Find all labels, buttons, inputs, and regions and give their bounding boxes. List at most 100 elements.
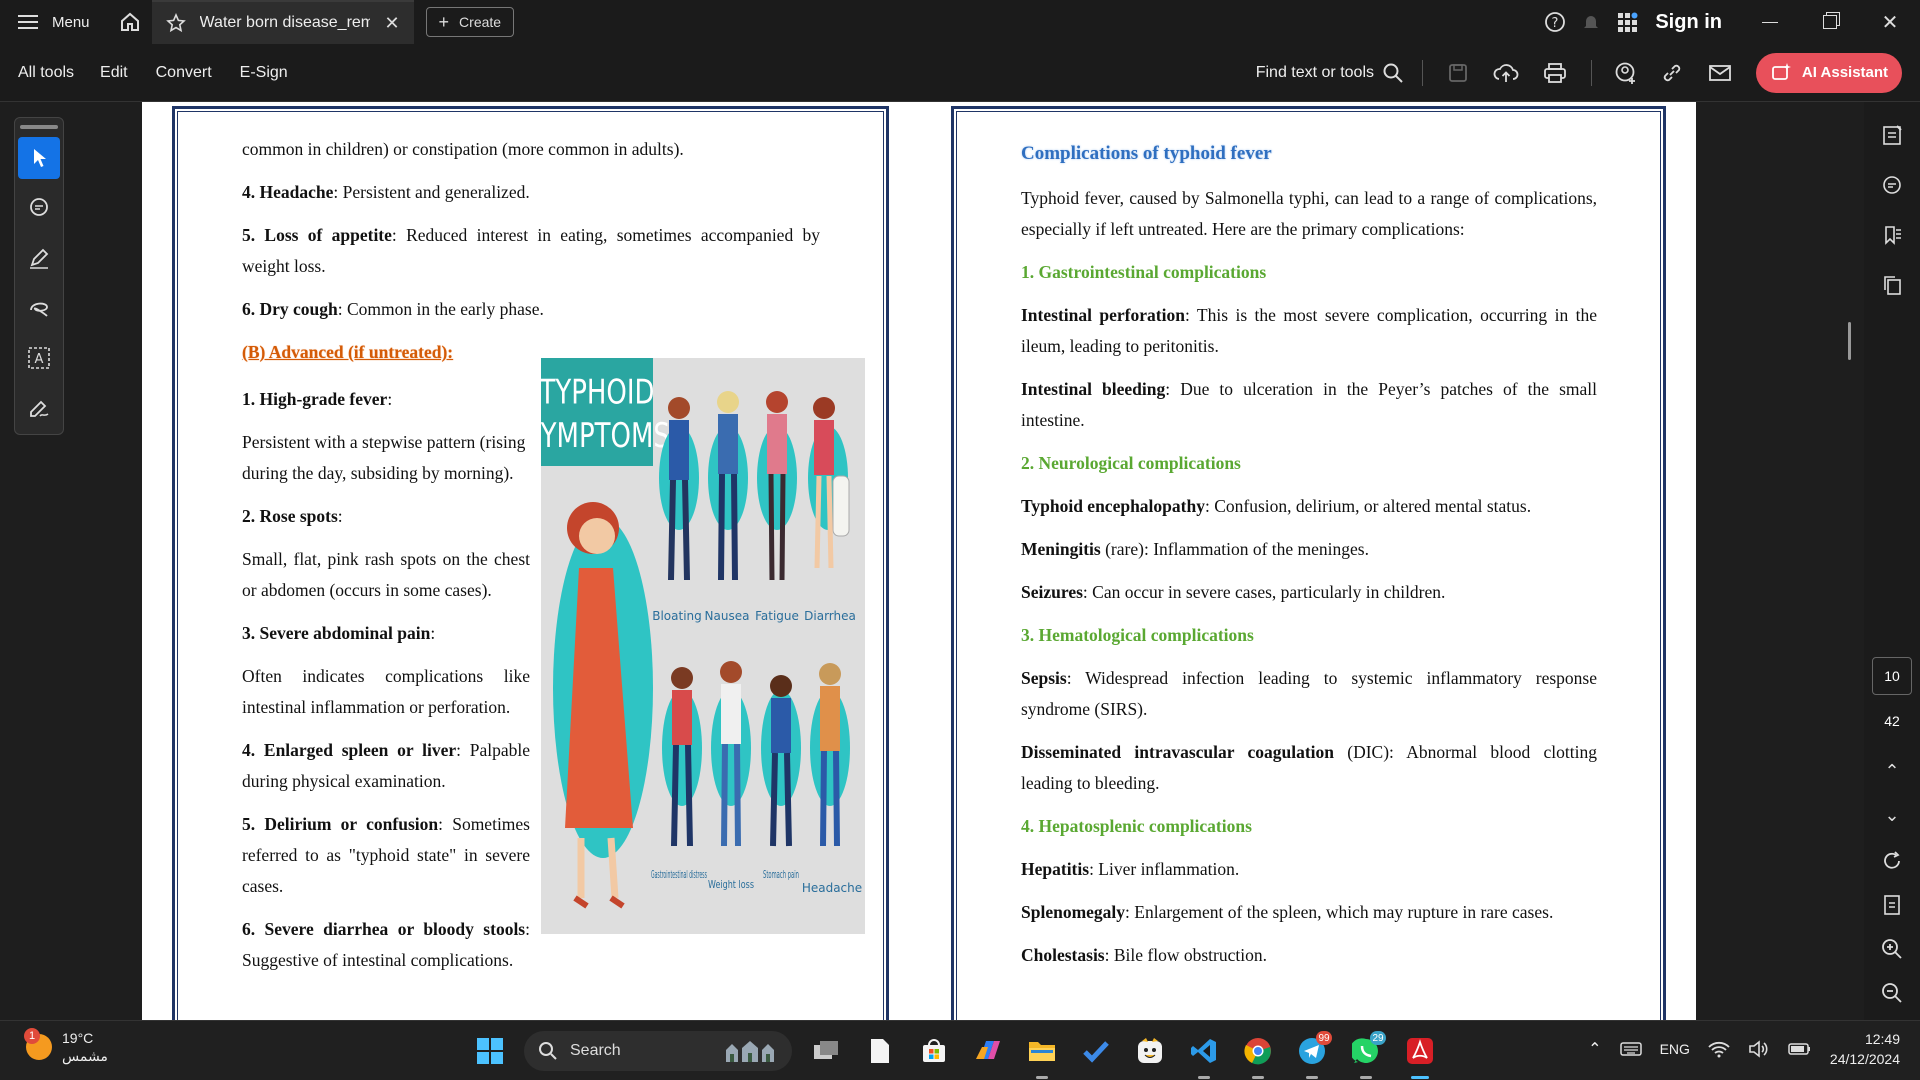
volume-icon[interactable] <box>1748 1040 1770 1058</box>
rotate-button[interactable] <box>1864 836 1920 886</box>
quick-tools-panel: A <box>14 117 64 435</box>
telegram-app[interactable]: 99 <box>1292 1031 1332 1079</box>
share-user-icon[interactable] <box>1614 61 1638 85</box>
menu-button[interactable]: Menu <box>0 0 108 44</box>
weather-widget[interactable]: 1 19°C مشمس <box>24 1028 108 1065</box>
weather-description: مشمس <box>62 1048 108 1064</box>
wifi-icon[interactable] <box>1708 1040 1730 1058</box>
edit-menu[interactable]: Edit <box>100 64 128 82</box>
text-box-tool[interactable]: A <box>18 337 60 379</box>
find-text-button[interactable]: Find text or tools <box>1256 64 1374 82</box>
current-page-input[interactable]: 10 <box>1872 657 1912 695</box>
windows-logo-icon <box>477 1038 503 1064</box>
zoom-in-icon <box>1882 939 1902 959</box>
convert-menu[interactable]: Convert <box>156 64 212 82</box>
ai-assistant-button[interactable]: AI Assistant <box>1756 52 1902 93</box>
comments-panel-button[interactable] <box>1864 160 1920 210</box>
previous-page-button[interactable]: ⌃ <box>1864 746 1920 796</box>
battery-icon[interactable] <box>1788 1041 1812 1057</box>
draw-tool[interactable] <box>18 287 60 329</box>
sign-in-button[interactable]: Sign in <box>1645 11 1740 34</box>
vertical-scrollbar-thumb[interactable] <box>1848 322 1851 360</box>
mail-icon[interactable] <box>1708 63 1732 83</box>
select-tool[interactable] <box>18 137 60 179</box>
chevron-up-icon[interactable]: ⌃ <box>1588 1039 1601 1059</box>
fit-page-button[interactable] <box>1864 880 1920 930</box>
next-page-button[interactable]: ⌄ <box>1864 790 1920 840</box>
symptom-label: Gastrointestinal distress <box>651 868 707 881</box>
help-button[interactable]: ? <box>1537 0 1573 44</box>
document-workspace[interactable]: A common in children) or constipation (m… <box>0 102 1920 1020</box>
document-tab[interactable]: Water born disease_rem... ✕ <box>151 0 414 44</box>
restore-button[interactable] <box>1800 0 1860 44</box>
close-window-button[interactable]: ✕ <box>1860 0 1920 44</box>
comment-icon <box>30 198 48 216</box>
whatsapp-app[interactable]: 29 <box>1346 1031 1386 1079</box>
emoji-app-icon <box>1138 1038 1162 1063</box>
chevron-up-icon: ⌃ <box>1884 760 1900 781</box>
edit-pdf-panel-button[interactable] <box>1864 110 1920 160</box>
bookmarks-panel-button[interactable] <box>1864 210 1920 260</box>
language-indicator[interactable]: ENG <box>1660 1041 1690 1057</box>
all-tools-menu[interactable]: All tools <box>18 64 74 82</box>
text: : Enlargement of the spleen, which may r… <box>1125 902 1554 922</box>
vscode-icon <box>1191 1039 1216 1063</box>
active-indicator <box>1411 1076 1429 1079</box>
right-rail: 10 42 ⌃ ⌄ <box>1864 102 1920 1020</box>
paragraph: Cholestasis: Bile flow obstruction. <box>1021 940 1597 971</box>
paragraph: Meningitis (rare): Inflammation of the m… <box>1021 534 1597 565</box>
search-icon[interactable] <box>1382 62 1404 84</box>
minimize-button[interactable] <box>1740 0 1800 44</box>
todo-app[interactable] <box>1076 1031 1116 1071</box>
clock[interactable]: 12:49 24/12/2024 <box>1830 1029 1900 1069</box>
task-view-button[interactable] <box>806 1031 846 1071</box>
home-button[interactable] <box>108 0 152 44</box>
acrobat-app[interactable] <box>1400 1031 1440 1079</box>
symptom-label: Diarrhea <box>804 609 856 623</box>
close-tab-icon[interactable]: ✕ <box>384 13 399 34</box>
comment-tool[interactable] <box>18 187 60 229</box>
checkmark-icon <box>1083 1041 1109 1063</box>
copilot-app[interactable] <box>968 1031 1008 1071</box>
right-page-text: Complications of typhoid fever Typhoid f… <box>1021 138 1597 983</box>
save-icon[interactable] <box>1447 62 1469 84</box>
zoom-out-button[interactable] <box>1864 968 1920 1018</box>
task-view-icon <box>814 1041 838 1059</box>
sign-tool[interactable] <box>18 387 60 429</box>
chevron-down-icon: ⌄ <box>1884 804 1900 825</box>
highlight-tool[interactable] <box>18 237 60 279</box>
link-icon[interactable] <box>1660 61 1684 85</box>
paragraph: 1. High-grade fever: <box>242 384 530 415</box>
section-heading: 1. Gastrointestinal complications <box>1021 257 1597 288</box>
date: 24/12/2024 <box>1829 1051 1900 1067</box>
typhoid-symptoms-illustration: TYPHOID SYMPTOMS <box>524 358 865 934</box>
taskbar-search[interactable]: Search <box>524 1031 792 1071</box>
upload-cloud-icon[interactable] <box>1493 62 1519 84</box>
apps-button[interactable] <box>1609 0 1645 44</box>
star-icon[interactable] <box>165 13 186 33</box>
notepad-app[interactable] <box>860 1031 900 1071</box>
paragraph: Splenomegaly: Enlargement of the spleen,… <box>1021 897 1597 928</box>
esign-menu[interactable]: E-Sign <box>240 64 288 82</box>
file-explorer-app[interactable] <box>1022 1031 1062 1079</box>
bold-term: Typhoid encephalopathy <box>1021 496 1205 516</box>
zoom-in-button[interactable] <box>1864 924 1920 974</box>
vscode-app[interactable] <box>1184 1031 1224 1079</box>
create-button[interactable]: + Create <box>425 7 515 37</box>
store-app[interactable] <box>914 1031 954 1071</box>
notifications-button[interactable] <box>1573 0 1609 44</box>
start-button[interactable] <box>470 1031 510 1071</box>
keyboard-icon[interactable] <box>1619 1041 1642 1057</box>
chrome-app[interactable] <box>1238 1031 1278 1079</box>
ai-sparkle-icon <box>1772 62 1791 80</box>
teams-app[interactable] <box>1130 1031 1170 1071</box>
pages-panel-button[interactable] <box>1864 260 1920 310</box>
panel-drag-handle[interactable] <box>20 125 58 129</box>
text: : Liver inflammation. <box>1089 859 1240 879</box>
section-heading: 3. Hematological complications <box>1021 620 1597 651</box>
hamburger-icon <box>18 15 38 29</box>
print-icon[interactable] <box>1543 62 1567 84</box>
paragraph: 5. Loss of appetite: Reduced interest in… <box>242 220 820 282</box>
bold-term: Sepsis <box>1021 668 1067 688</box>
paragraph: Intestinal perforation: This is the most… <box>1021 300 1597 362</box>
